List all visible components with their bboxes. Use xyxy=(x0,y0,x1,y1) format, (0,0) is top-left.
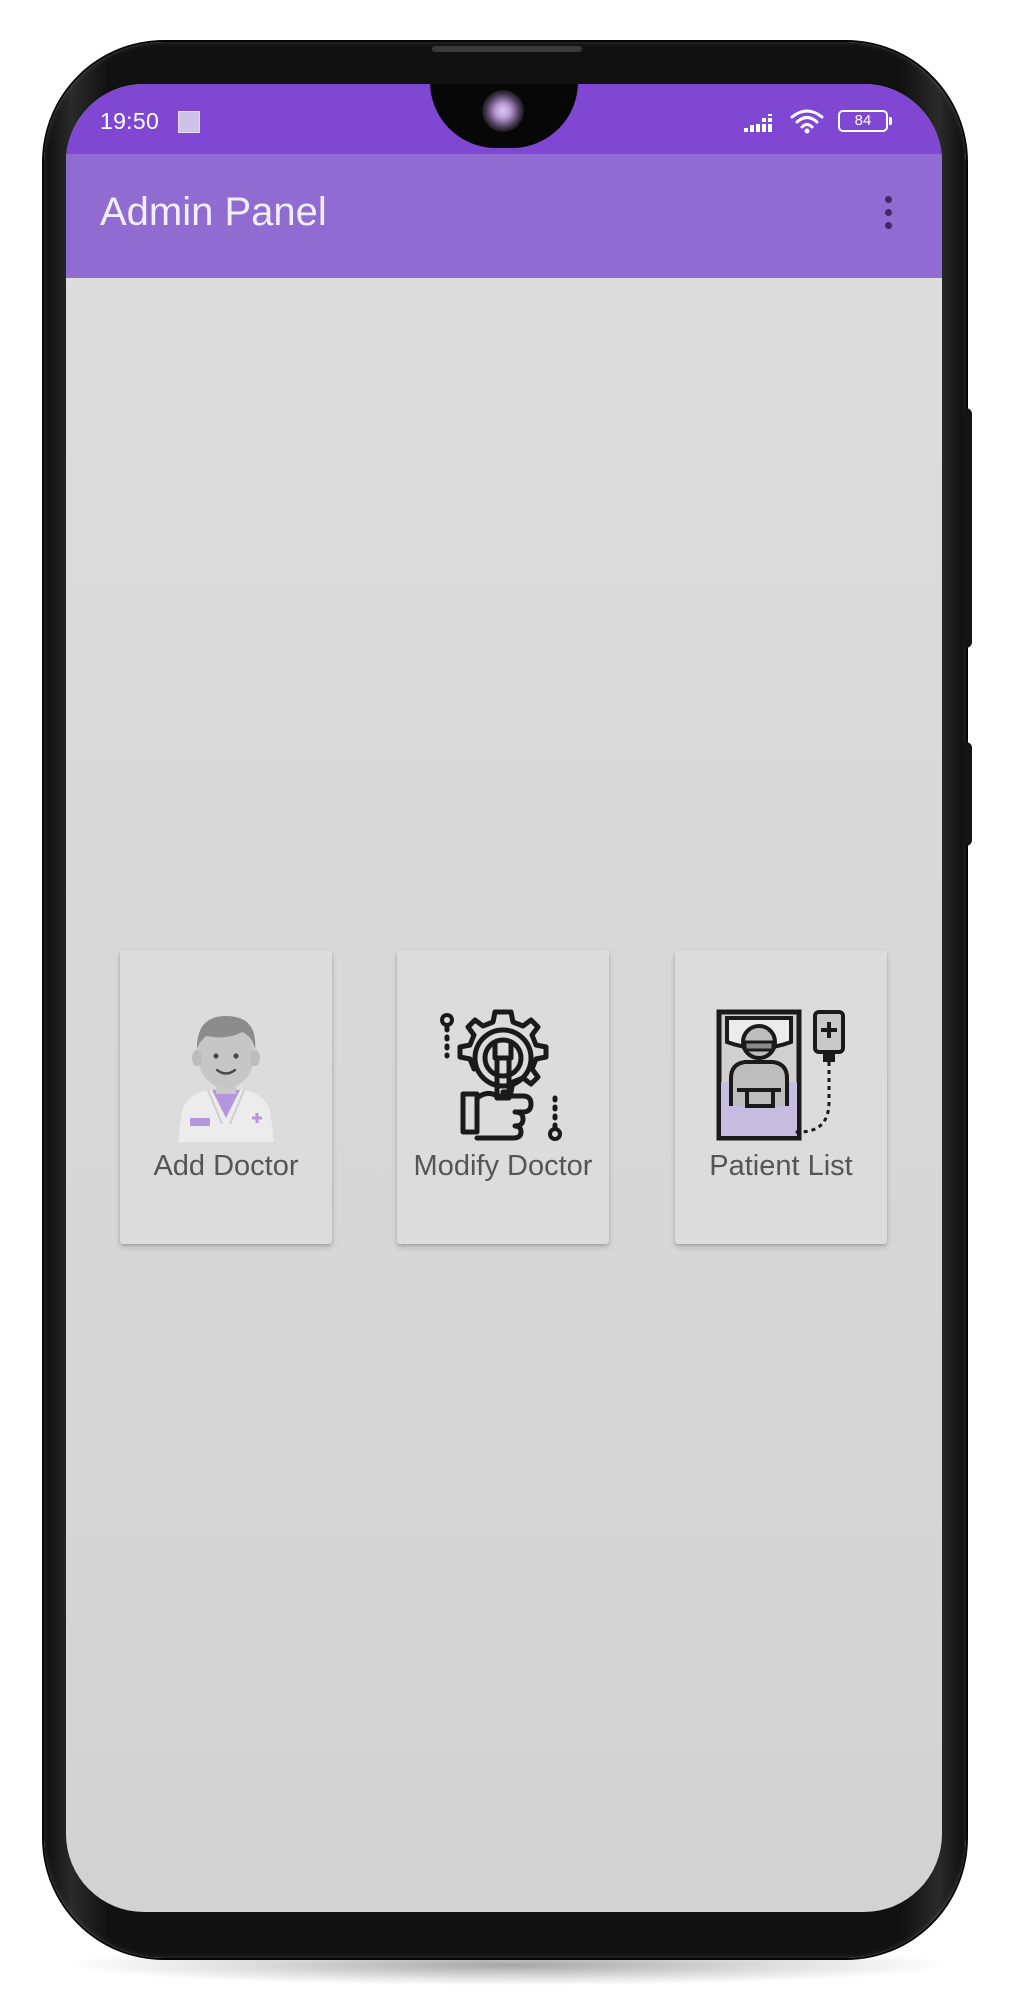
earpiece-slit xyxy=(432,46,582,52)
card-label: Add Doctor xyxy=(153,1150,299,1182)
patient-list-card[interactable]: Patient List xyxy=(675,950,887,1244)
patient-bed-icon xyxy=(716,1009,845,1141)
power-button xyxy=(962,408,972,648)
wifi-icon xyxy=(790,109,824,134)
modify-doctor-card[interactable]: Modify Doctor xyxy=(397,950,609,1244)
card-label: Patient List xyxy=(709,1150,853,1182)
battery-level: 84 xyxy=(854,112,872,129)
screen: 19:50 84 Admin Panel Add Doctor Modify D… xyxy=(66,84,942,1912)
front-camera xyxy=(482,90,524,132)
notification-square-icon xyxy=(178,111,200,133)
more-vert-icon[interactable] xyxy=(876,192,900,240)
doctor-icon xyxy=(178,1016,274,1142)
camera-notch xyxy=(430,84,578,148)
status-bar: 19:50 84 xyxy=(66,84,942,154)
add-doctor-card[interactable]: Add Doctor xyxy=(120,950,332,1244)
volume-button xyxy=(962,742,972,846)
status-time: 19:50 xyxy=(100,108,160,134)
wrench-gear-icon xyxy=(440,1009,562,1141)
card-label: Modify Doctor xyxy=(413,1150,593,1182)
signal-icon xyxy=(744,114,772,132)
app-bar: Admin Panel xyxy=(66,154,942,278)
battery-icon: 84 xyxy=(838,110,892,132)
app-title: Admin Panel xyxy=(100,190,327,234)
device-mockup: 19:50 84 Admin Panel Add Doctor Modify D… xyxy=(0,0,1018,2000)
